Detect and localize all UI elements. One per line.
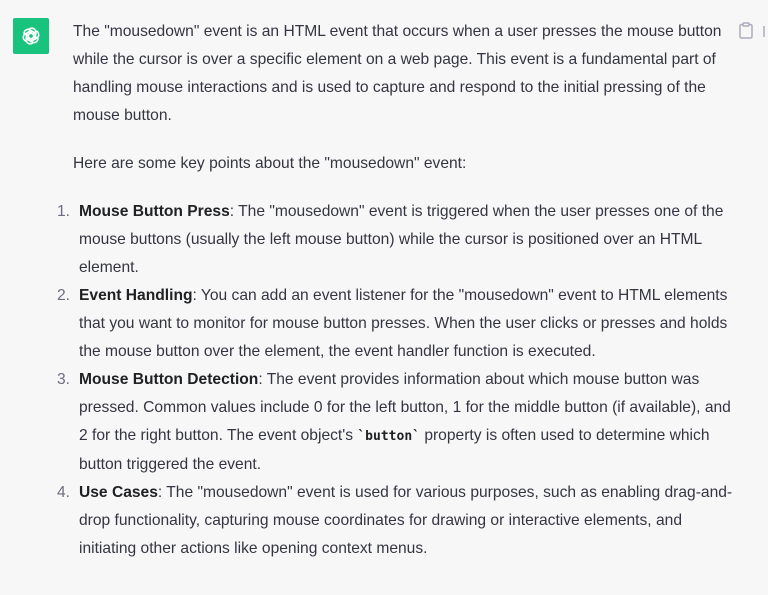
list-number: 3. (57, 371, 71, 388)
intro-paragraph: The "mousedown" event is an HTML event t… (73, 23, 722, 124)
openai-logo-icon (22, 27, 40, 45)
item-title: Mouse Button Press (79, 203, 230, 220)
message-content: The "mousedown" event is an HTML event t… (57, 18, 733, 563)
list-number: 4. (57, 484, 71, 501)
thumbs-up-icon[interactable] (762, 20, 768, 40)
list-item: 3. Mouse Button Detection: The event prov… (57, 366, 733, 479)
clipboard-icon (739, 21, 753, 39)
list-number: 1. (57, 203, 71, 220)
item-text: : The "mousedown" event is used for vari… (79, 484, 733, 557)
list-number: 2. (57, 287, 71, 304)
list-item: 4. Use Cases: The "mousedown" event is us… (57, 479, 733, 563)
list-item: 2. Event Handling: You can add an event l… (57, 282, 733, 366)
inline-code: `button` (357, 429, 420, 444)
assistant-avatar (13, 18, 49, 54)
assistant-message: The "mousedown" event is an HTML event t… (0, 0, 768, 595)
key-points-list: 1. Mouse Button Press : The "mousedown" ev… (57, 198, 733, 563)
item-title: Mouse Button Detection (79, 371, 259, 388)
item-title: Use Cases (79, 484, 158, 501)
lead-paragraph: Here are some key points about the "mous… (73, 155, 467, 172)
item-title: Event Handling (79, 287, 193, 304)
copy-button[interactable] (737, 20, 755, 40)
list-item: 1. Mouse Button Press: The "mousedown" ev… (57, 198, 733, 282)
